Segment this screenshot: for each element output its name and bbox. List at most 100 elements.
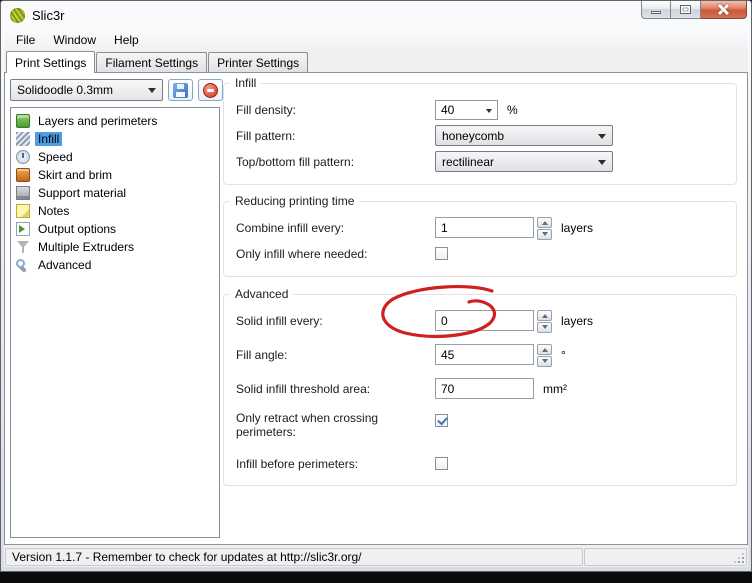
- solid-infill-every-spinner: [537, 310, 552, 332]
- remove-icon: [203, 83, 218, 98]
- sidebar-item-label: Output options: [35, 222, 119, 236]
- support-icon: [16, 186, 30, 200]
- floppy-disk-icon: [173, 83, 188, 98]
- resize-grip[interactable]: [742, 561, 744, 563]
- chevron-down-icon: [148, 88, 156, 97]
- sidebar-item-label: Notes: [35, 204, 72, 218]
- top-bottom-fill-pattern-value: rectilinear: [442, 155, 494, 169]
- infill-before-perimeters-checkbox[interactable]: [435, 457, 448, 470]
- fill-density-value: 40: [441, 103, 454, 117]
- preset-select[interactable]: Solidoodle 0.3mm: [10, 79, 163, 101]
- group-infill: Infill Fill density: 40 % Fill pattern: …: [223, 83, 737, 185]
- field-label: Solid infill threshold area:: [236, 382, 435, 396]
- status-text: Version 1.1.7 - Remember to check for up…: [12, 550, 362, 564]
- close-icon: [717, 3, 730, 16]
- field-label: Only infill where needed:: [236, 247, 435, 261]
- maximize-button[interactable]: [671, 1, 701, 19]
- unit-label: %: [507, 103, 518, 117]
- menu-file[interactable]: File: [7, 31, 44, 49]
- slic3r-logo-icon: [10, 8, 25, 23]
- solid-infill-threshold-input[interactable]: [435, 378, 534, 399]
- spin-up-button[interactable]: [537, 344, 552, 355]
- spin-up-button[interactable]: [537, 217, 552, 228]
- window-controls: [641, 1, 747, 19]
- title-bar[interactable]: Slic3r: [1, 1, 751, 29]
- group-title: Reducing printing time: [230, 194, 359, 208]
- fill-pattern-value: honeycomb: [442, 129, 504, 143]
- menu-help[interactable]: Help: [105, 31, 148, 49]
- settings-category-list: Layers and perimeters Infill Speed Skirt…: [10, 107, 220, 538]
- fill-density-combobox[interactable]: 40: [435, 100, 498, 120]
- field-label: Only retract when crossing perimeters:: [236, 411, 435, 439]
- group-title: Advanced: [230, 287, 293, 301]
- sidebar-item-notes[interactable]: Notes: [13, 202, 217, 220]
- sidebar-item-label: Speed: [35, 150, 76, 164]
- extruders-icon: [16, 240, 30, 254]
- solid-infill-every-input[interactable]: [435, 310, 534, 331]
- output-icon: [16, 222, 30, 236]
- arrow-up-icon: [542, 311, 548, 318]
- preset-toolbar: Solidoodle 0.3mm: [10, 79, 223, 101]
- tab-filament-settings[interactable]: Filament Settings: [96, 52, 207, 72]
- sidebar-item-label: Skirt and brim: [35, 168, 115, 182]
- sidebar-item-skirt-and-brim[interactable]: Skirt and brim: [13, 166, 217, 184]
- field-label: Fill density:: [236, 103, 435, 117]
- save-preset-button[interactable]: [168, 79, 193, 101]
- chevron-down-icon: [598, 134, 606, 143]
- notes-icon: [16, 204, 30, 218]
- field-label: Combine infill every:: [236, 221, 435, 235]
- sidebar-item-speed[interactable]: Speed: [13, 148, 217, 166]
- maximize-icon: [680, 5, 691, 14]
- sidebar-item-label: Infill: [35, 132, 62, 146]
- print-settings-panel: Solidoodle 0.3mm Layers and perimeters: [4, 72, 748, 545]
- infill-hatch-icon: [16, 132, 30, 146]
- sidebar-item-output-options[interactable]: Output options: [13, 220, 217, 238]
- arrow-up-icon: [542, 218, 548, 225]
- arrow-down-icon: [542, 232, 548, 239]
- only-retract-checkbox[interactable]: [435, 414, 448, 427]
- settings-column: Infill Fill density: 40 % Fill pattern: …: [223, 73, 737, 486]
- skirt-icon: [16, 168, 30, 182]
- group-advanced: Advanced Solid infill every: layers Fill…: [223, 294, 737, 486]
- tab-print-settings[interactable]: Print Settings: [6, 51, 95, 73]
- spin-down-button[interactable]: [537, 229, 552, 240]
- sidebar-item-support-material[interactable]: Support material: [13, 184, 217, 202]
- field-label: Solid infill every:: [236, 314, 435, 328]
- tab-printer-settings[interactable]: Printer Settings: [208, 52, 308, 72]
- spin-up-button[interactable]: [537, 310, 552, 321]
- group-reducing-printing-time: Reducing printing time Combine infill ev…: [223, 201, 737, 277]
- window-title: Slic3r: [32, 8, 65, 23]
- combine-infill-spinner: [537, 217, 552, 239]
- minimize-button[interactable]: [641, 1, 671, 19]
- arrow-down-icon: [542, 359, 548, 366]
- close-button[interactable]: [701, 1, 747, 19]
- only-infill-where-needed-checkbox[interactable]: [435, 247, 448, 260]
- spin-down-button[interactable]: [537, 322, 552, 333]
- arrow-up-icon: [542, 345, 548, 352]
- menu-window[interactable]: Window: [44, 31, 105, 49]
- chevron-down-icon: [486, 109, 492, 116]
- delete-preset-button[interactable]: [198, 79, 223, 101]
- status-secondary-pane: [584, 548, 747, 566]
- sidebar-item-label: Layers and perimeters: [35, 114, 160, 128]
- sidebar-item-advanced[interactable]: Advanced: [13, 256, 217, 274]
- sidebar-item-infill[interactable]: Infill: [13, 130, 217, 148]
- sidebar-item-layers-and-perimeters[interactable]: Layers and perimeters: [13, 112, 217, 130]
- status-message-pane: Version 1.1.7 - Remember to check for up…: [5, 548, 583, 566]
- sidebar-item-label: Support material: [35, 186, 129, 200]
- fill-angle-spinner: [537, 344, 552, 366]
- fill-angle-input[interactable]: [435, 344, 534, 365]
- layers-icon: [16, 114, 30, 128]
- unit-label: °: [561, 348, 566, 362]
- client-area: File Window Help Print Settings Filament…: [4, 29, 748, 567]
- wrench-icon: [16, 258, 30, 272]
- combine-infill-input[interactable]: [435, 217, 534, 238]
- top-bottom-fill-pattern-dropdown[interactable]: rectilinear: [435, 151, 613, 172]
- spin-down-button[interactable]: [537, 356, 552, 367]
- unit-label: mm²: [543, 382, 567, 396]
- status-bar: Version 1.1.7 - Remember to check for up…: [4, 547, 748, 567]
- chevron-down-icon: [598, 160, 606, 169]
- sidebar-item-multiple-extruders[interactable]: Multiple Extruders: [13, 238, 217, 256]
- app-window: Slic3r File Window Help Print Settings F…: [0, 0, 752, 572]
- fill-pattern-dropdown[interactable]: honeycomb: [435, 125, 613, 146]
